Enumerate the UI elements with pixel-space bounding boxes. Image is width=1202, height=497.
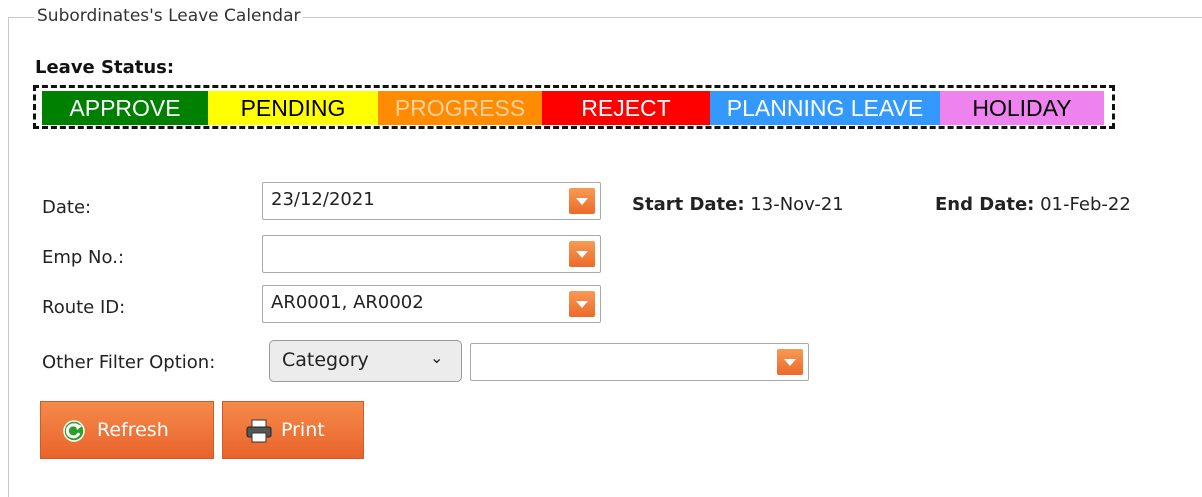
date-picker[interactable]: 23/12/2021 bbox=[262, 182, 601, 220]
status-reject: REJECT bbox=[542, 91, 710, 125]
emp-no-combo[interactable] bbox=[262, 235, 601, 273]
leave-status-legend: APPROVE PENDING PROGRESS REJECT PLANNING… bbox=[42, 91, 1104, 125]
print-button[interactable]: Print bbox=[222, 401, 364, 459]
date-value: 23/12/2021 bbox=[271, 189, 375, 210]
chevron-down-icon: ⌄ bbox=[430, 348, 444, 367]
date-label: Date: bbox=[42, 197, 92, 218]
end-date-value: 01-Feb-22 bbox=[1040, 194, 1131, 215]
route-id-value: AR0001, AR0002 bbox=[271, 292, 424, 313]
route-id-label: Route ID: bbox=[42, 297, 126, 318]
start-date-label: Start Date: bbox=[632, 194, 745, 215]
status-pending: PENDING bbox=[208, 91, 378, 125]
panel-title: Subordinates's Leave Calendar bbox=[34, 6, 304, 26]
route-id-combo[interactable]: AR0001, AR0002 bbox=[262, 285, 601, 323]
refresh-button[interactable]: Refresh bbox=[40, 401, 214, 459]
leave-status-label: Leave Status: bbox=[35, 57, 175, 78]
status-approve: APPROVE bbox=[42, 91, 208, 125]
other-filter-dropdown-icon[interactable] bbox=[777, 349, 803, 375]
status-progress: PROGRESS bbox=[378, 91, 542, 125]
print-button-label: Print bbox=[281, 419, 325, 441]
emp-no-label: Emp No.: bbox=[42, 247, 125, 268]
route-id-dropdown-icon[interactable] bbox=[569, 291, 595, 317]
status-planning-leave: PLANNING LEAVE bbox=[710, 91, 940, 125]
date-dropdown-icon[interactable] bbox=[569, 188, 595, 214]
other-filter-value-combo[interactable] bbox=[470, 343, 809, 381]
status-holiday: HOLIDAY bbox=[940, 91, 1104, 125]
start-date-value: 13-Nov-21 bbox=[750, 194, 844, 215]
start-date-info: Start Date: 13-Nov-21 bbox=[632, 194, 844, 215]
printer-icon bbox=[246, 419, 272, 443]
end-date-info: End Date: 01-Feb-22 bbox=[935, 194, 1131, 215]
refresh-button-label: Refresh bbox=[97, 419, 169, 441]
other-filter-label: Other Filter Option: bbox=[42, 352, 216, 373]
refresh-icon bbox=[63, 420, 85, 442]
other-filter-select-value: Category bbox=[282, 349, 369, 371]
other-filter-select[interactable]: Category ⌄ bbox=[269, 340, 462, 382]
emp-no-dropdown-icon[interactable] bbox=[569, 241, 595, 267]
end-date-label: End Date: bbox=[935, 194, 1035, 215]
